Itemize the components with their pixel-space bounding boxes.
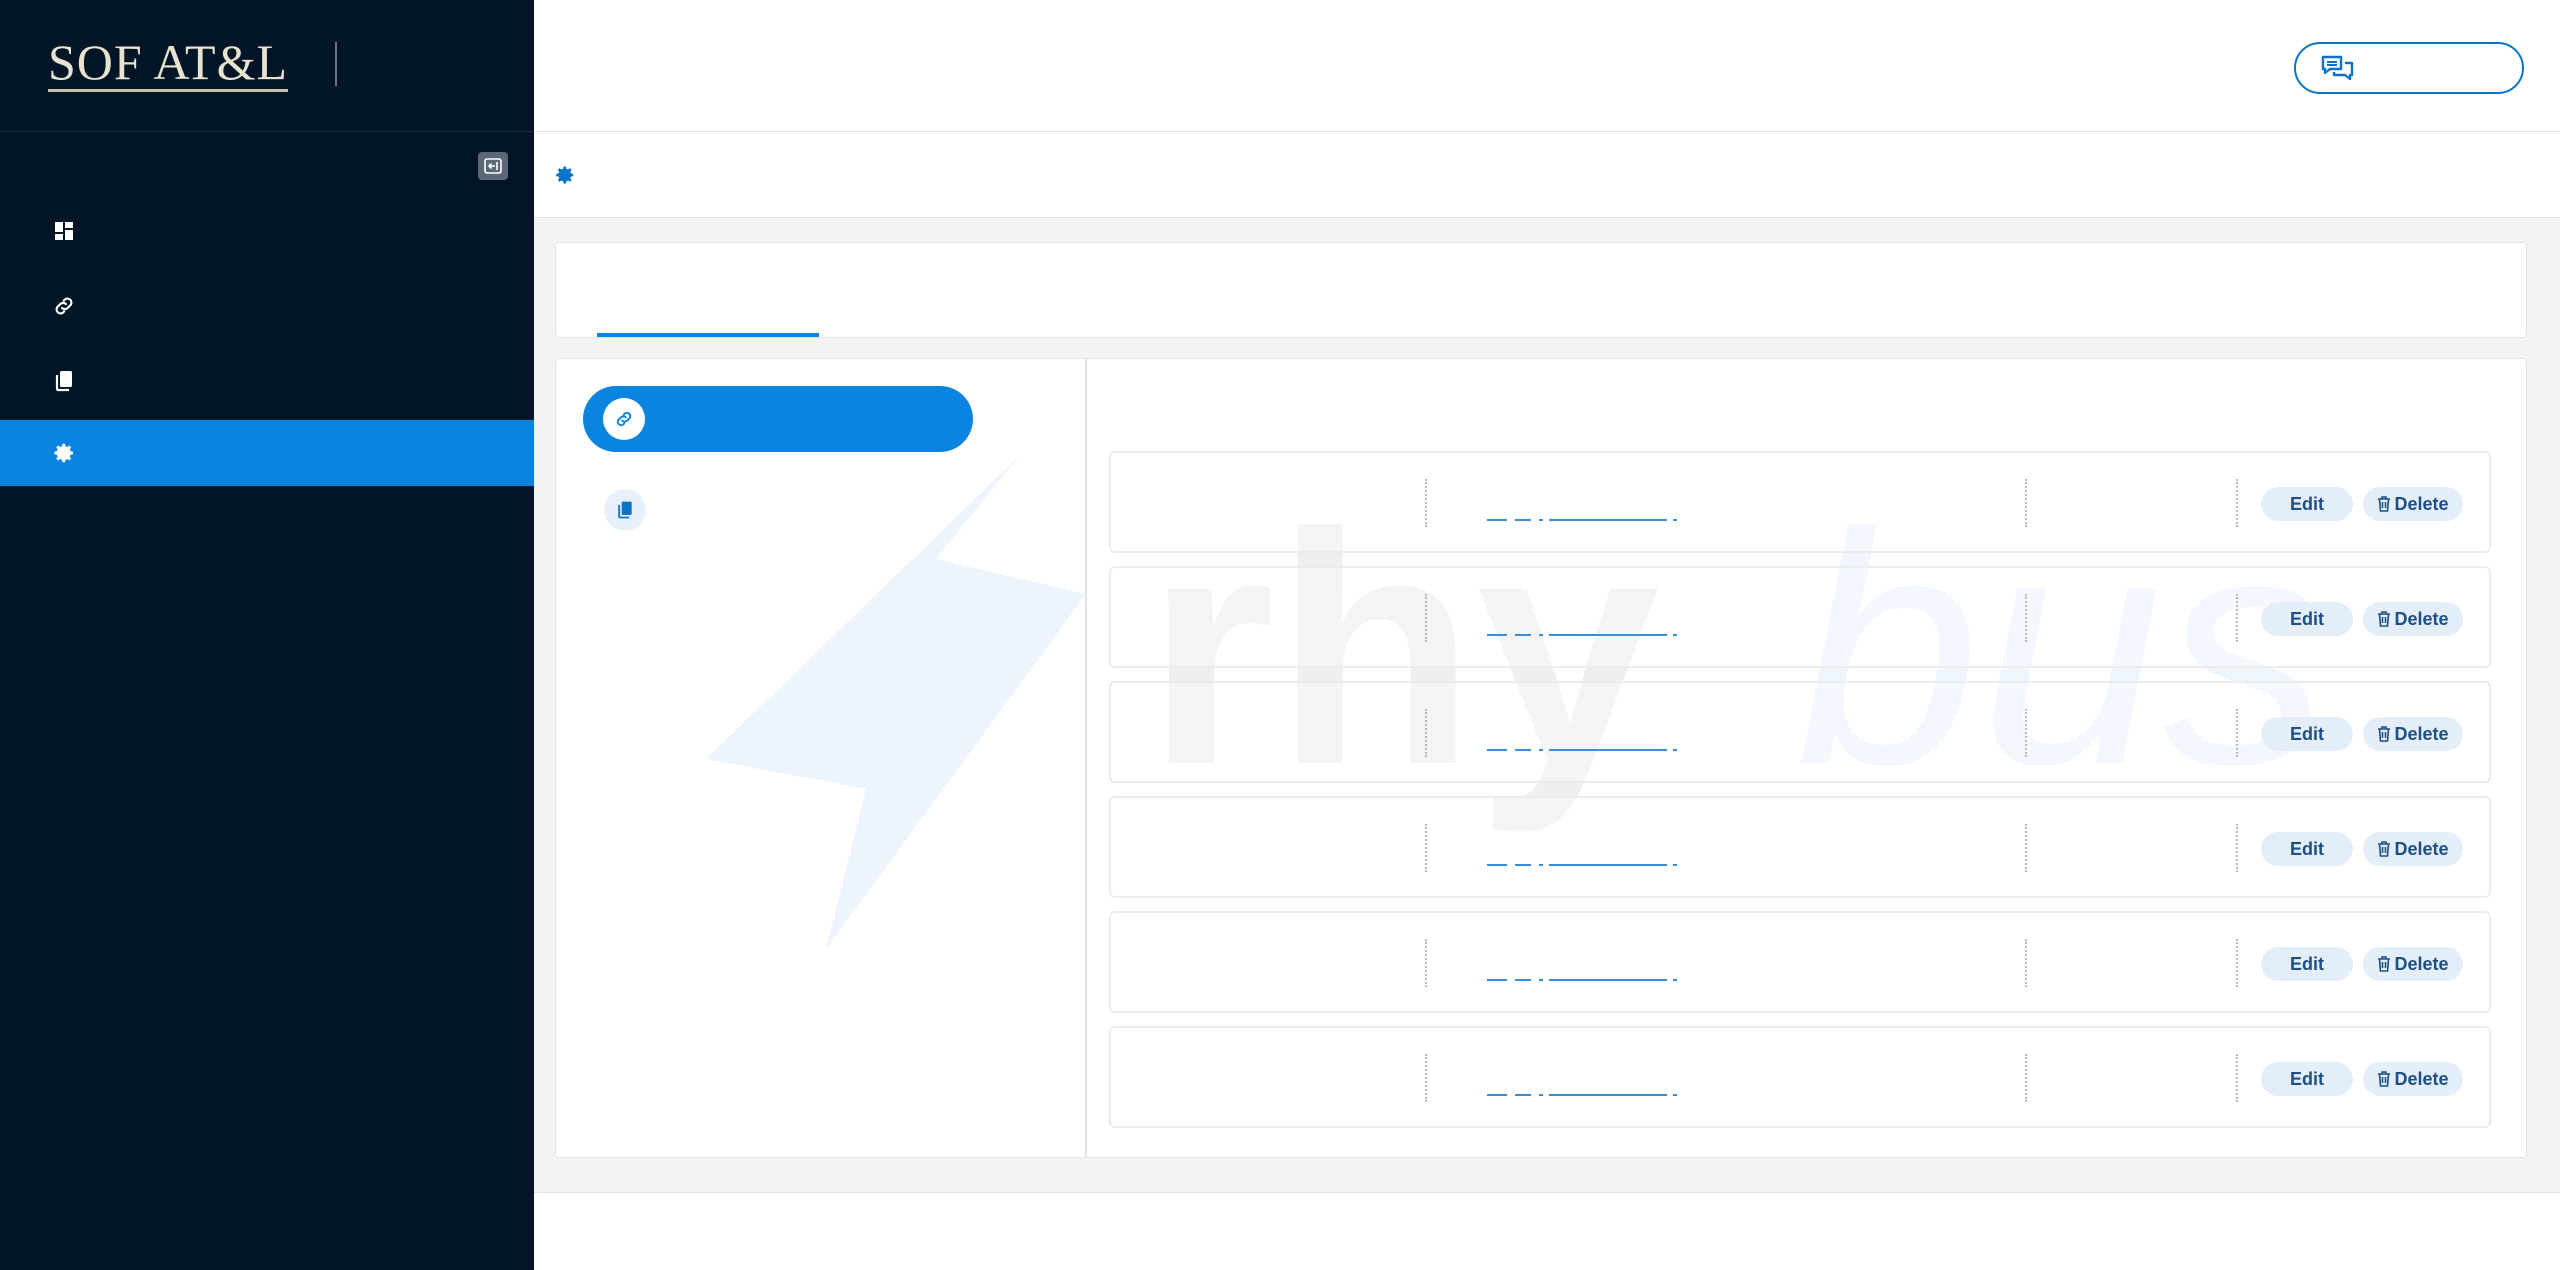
delete-button[interactable]: Delete	[2363, 717, 2463, 751]
column-divider	[2025, 709, 2027, 757]
category-icon-wrap	[603, 398, 645, 440]
column-divider	[2236, 479, 2238, 527]
sidebar-nav	[0, 195, 534, 489]
delete-label: Delete	[2394, 608, 2449, 629]
main-area: rhy bus Edit Delete Edit Delete Edit Del…	[534, 0, 2560, 1270]
edit-button[interactable]: Edit	[2261, 602, 2353, 636]
edit-button[interactable]: Edit	[2261, 1062, 2353, 1096]
tabs-bar	[555, 242, 2527, 338]
category-documents-item[interactable]	[604, 489, 646, 531]
table-row: Edit Delete	[1109, 911, 2491, 1013]
column-divider	[1425, 709, 1427, 757]
sidebar-item-settings[interactable]	[0, 420, 534, 486]
tab-active-indicator[interactable]	[597, 333, 819, 337]
delete-label: Delete	[2394, 838, 2449, 859]
logo-text: SOF AT&L	[48, 33, 289, 92]
delete-label: Delete	[2394, 1068, 2449, 1089]
content-card: rhy bus Edit Delete Edit Delete Edit Del…	[555, 358, 2527, 1158]
trash-icon	[2378, 956, 2391, 972]
url-link[interactable]	[1487, 747, 1677, 753]
trash-icon	[2378, 611, 2391, 627]
delete-label: Delete	[2394, 723, 2449, 744]
settings-gear-icon	[556, 166, 574, 184]
column-divider	[2025, 594, 2027, 642]
delete-button[interactable]: Delete	[2363, 947, 2463, 981]
column-divider	[1425, 479, 1427, 527]
documents-icon	[618, 501, 632, 519]
edit-button[interactable]: Edit	[2261, 832, 2353, 866]
sidebar-item-dashboard[interactable]	[0, 195, 534, 267]
dashboard-icon	[55, 222, 73, 240]
trash-icon	[2378, 1071, 2391, 1087]
url-link[interactable]	[1487, 632, 1677, 638]
collapse-icon	[484, 158, 502, 174]
column-divider	[1425, 824, 1427, 872]
chat-icon	[2321, 55, 2354, 81]
logo-area: SOF AT&L	[0, 0, 534, 132]
sidebar: SOF AT&L	[0, 0, 534, 1270]
table-row: Edit Delete	[1109, 1026, 2491, 1128]
top-bar	[534, 0, 2560, 132]
links-table: Edit Delete Edit Delete Edit Delete Edit…	[1109, 451, 2491, 1141]
category-pane	[556, 359, 1087, 1157]
trash-icon	[2378, 726, 2391, 742]
category-links-item[interactable]	[583, 386, 973, 452]
delete-label: Delete	[2394, 493, 2449, 514]
delete-button[interactable]: Delete	[2363, 1062, 2463, 1096]
edit-button[interactable]: Edit	[2261, 947, 2353, 981]
page-header	[534, 132, 2560, 218]
sidebar-item-documents[interactable]	[0, 345, 534, 417]
logo[interactable]: SOF AT&L	[48, 24, 318, 104]
column-divider	[2025, 479, 2027, 527]
delete-button[interactable]: Delete	[2363, 602, 2463, 636]
footer	[534, 1192, 2560, 1270]
table-row: Edit Delete	[1109, 681, 2491, 783]
table-row: Edit Delete	[1109, 796, 2491, 898]
column-divider	[2236, 594, 2238, 642]
column-divider	[1425, 939, 1427, 987]
edit-button[interactable]: Edit	[2261, 487, 2353, 521]
delete-button[interactable]: Delete	[2363, 832, 2463, 866]
url-link[interactable]	[1487, 977, 1677, 983]
column-divider	[2236, 939, 2238, 987]
link-icon	[55, 297, 73, 315]
column-divider	[1425, 1054, 1427, 1102]
url-link[interactable]	[1487, 862, 1677, 868]
column-divider	[2236, 709, 2238, 757]
trash-icon	[2378, 496, 2391, 512]
column-divider	[2236, 1054, 2238, 1102]
url-link[interactable]	[1487, 1092, 1677, 1098]
documents-icon	[55, 371, 72, 392]
chat-button[interactable]	[2294, 42, 2524, 94]
delete-button[interactable]: Delete	[2363, 487, 2463, 521]
edit-button[interactable]: Edit	[2261, 717, 2353, 751]
column-divider	[2025, 1054, 2027, 1102]
logo-divider	[335, 42, 337, 86]
url-link[interactable]	[1487, 517, 1677, 523]
column-divider	[1425, 594, 1427, 642]
link-icon	[616, 411, 632, 427]
collapse-sidebar-button[interactable]	[478, 152, 508, 180]
table-row: Edit Delete	[1109, 451, 2491, 553]
column-divider	[2025, 824, 2027, 872]
table-row: Edit Delete	[1109, 566, 2491, 668]
delete-label: Delete	[2394, 953, 2449, 974]
column-divider	[2236, 824, 2238, 872]
gear-icon	[54, 443, 73, 463]
trash-icon	[2378, 841, 2391, 857]
column-divider	[2025, 939, 2027, 987]
sidebar-item-links[interactable]	[0, 270, 534, 342]
